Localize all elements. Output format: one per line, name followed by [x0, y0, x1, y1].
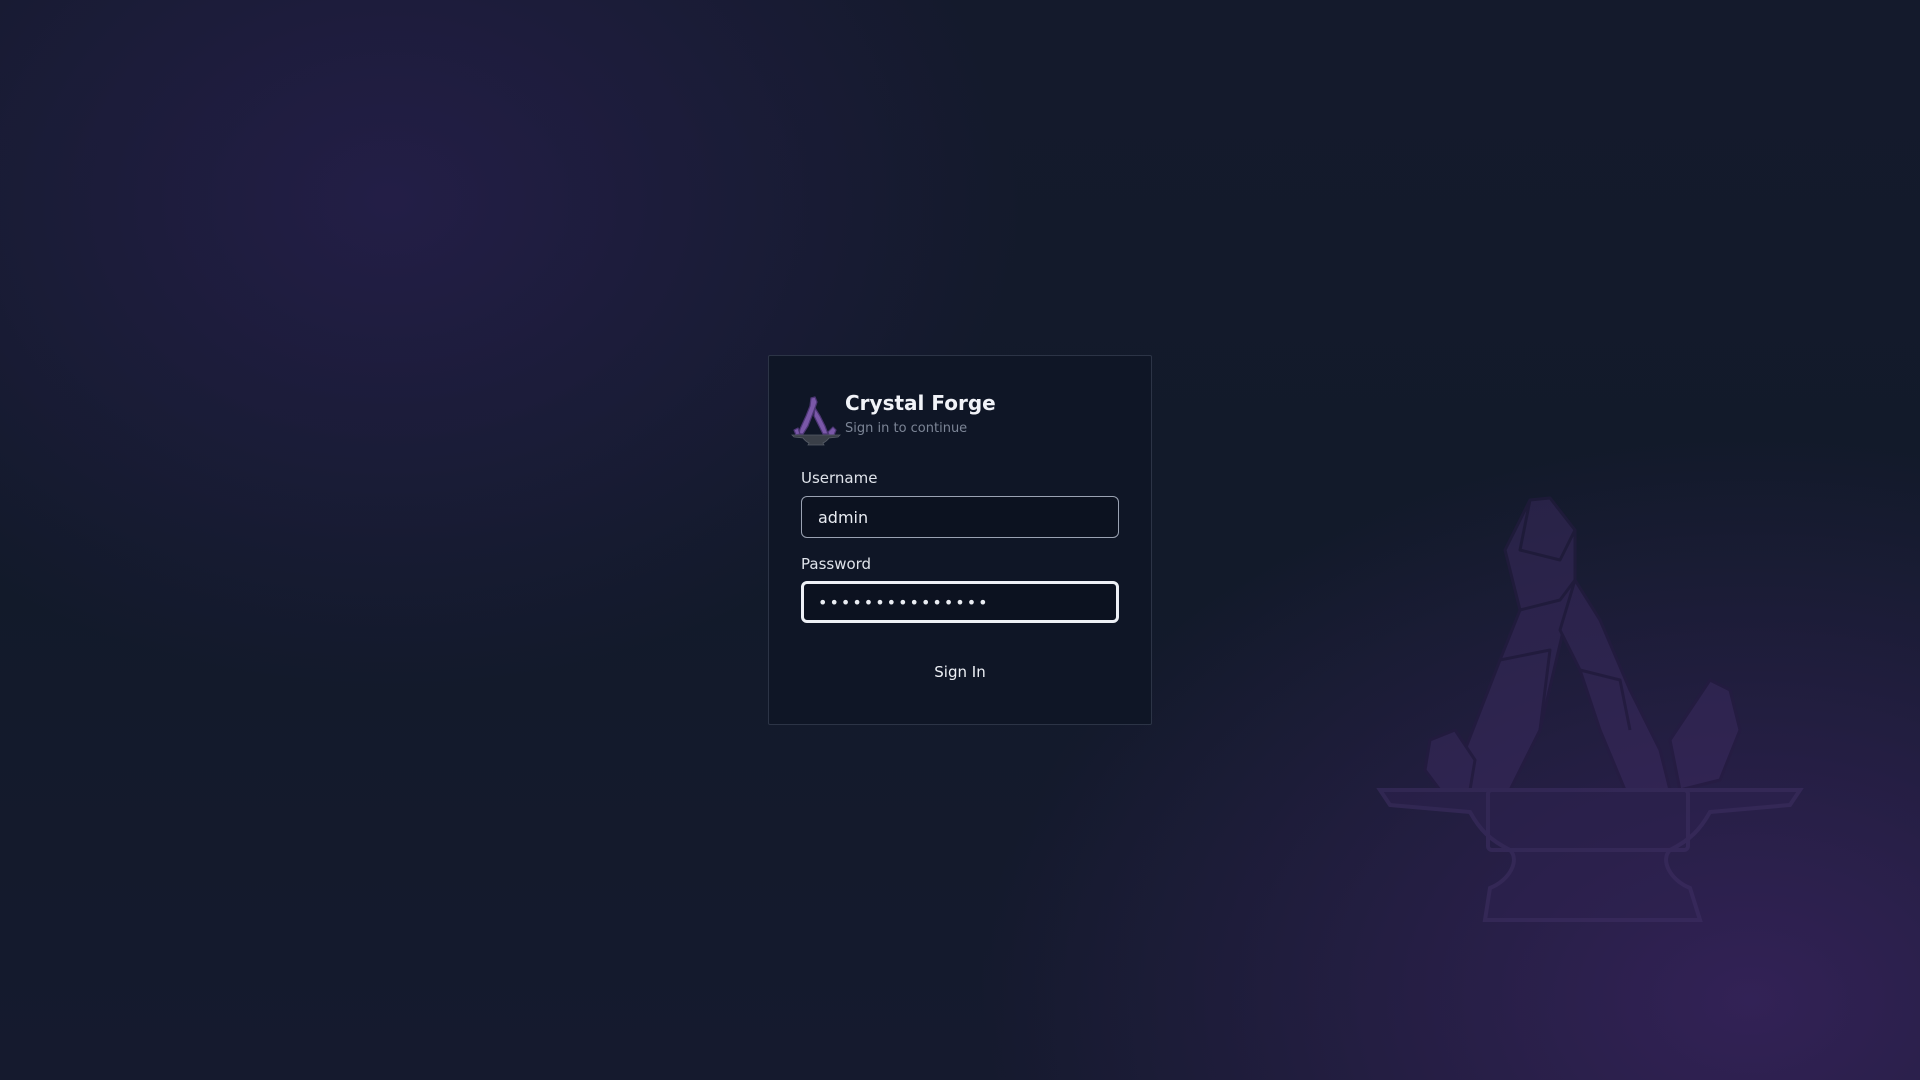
username-input[interactable] — [801, 496, 1119, 538]
card-header: Crystal Forge Sign in to continue — [791, 390, 996, 446]
crystal-anvil-background-icon — [1376, 496, 1804, 922]
brand: Crystal Forge Sign in to continue — [845, 390, 996, 438]
password-input[interactable] — [801, 581, 1119, 623]
login-card: Crystal Forge Sign in to continue Userna… — [768, 355, 1152, 725]
sign-in-button[interactable]: Sign In — [801, 654, 1119, 690]
app-subtitle: Sign in to continue — [845, 421, 968, 436]
app-title: Crystal Forge — [845, 391, 996, 415]
password-label: Password — [801, 555, 872, 573]
crystal-anvil-icon — [791, 396, 841, 446]
username-label: Username — [801, 469, 878, 487]
